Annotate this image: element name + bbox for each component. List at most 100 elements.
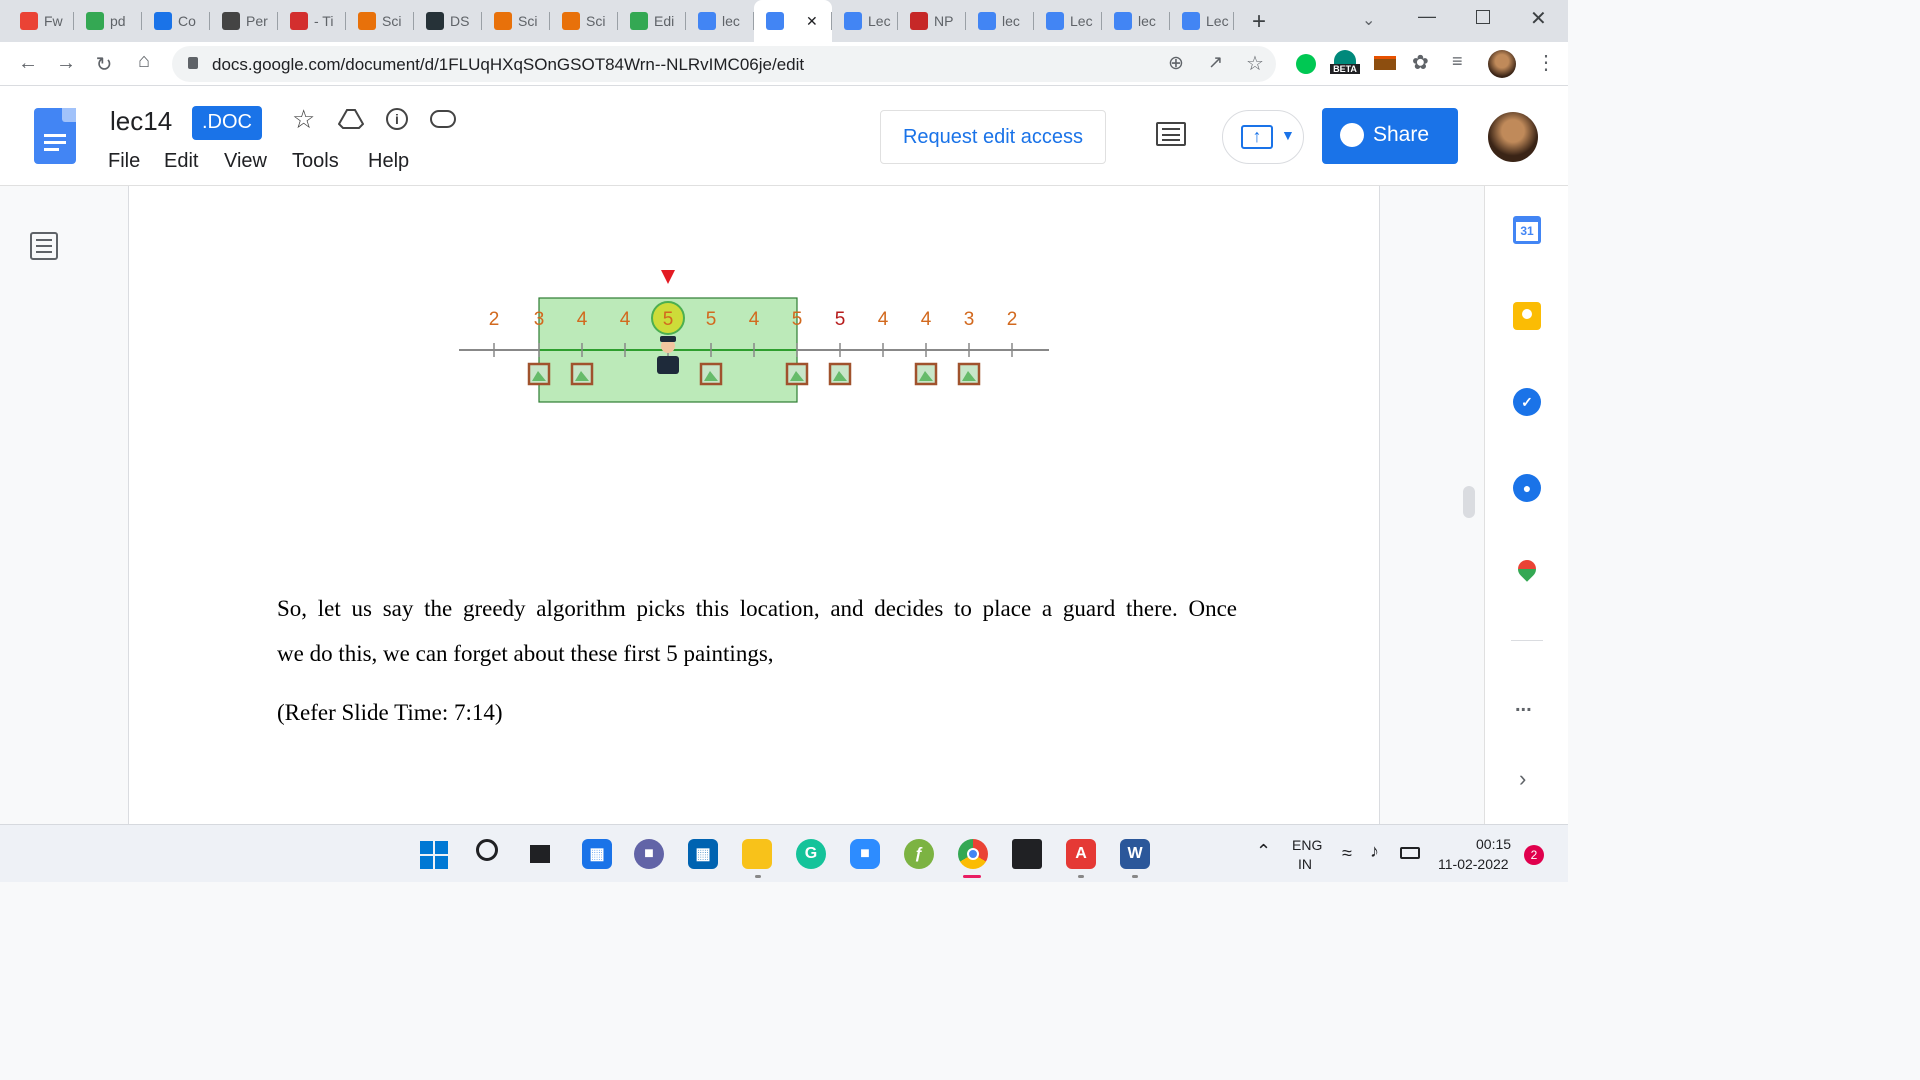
- windows-start-icon[interactable]: [420, 841, 448, 869]
- wifi-icon[interactable]: ≈: [1342, 843, 1352, 864]
- share-button[interactable]: Share: [1322, 108, 1458, 164]
- google-docs-logo-icon[interactable]: [34, 108, 76, 164]
- menu-help[interactable]: Help: [368, 150, 409, 173]
- widgets-icon[interactable]: ▦: [582, 839, 612, 869]
- move-to-drive-icon[interactable]: [337, 108, 365, 130]
- browser-menu-icon[interactable]: ⋮: [1536, 50, 1556, 75]
- extension-beta-icon[interactable]: BETA: [1330, 50, 1360, 80]
- share-page-icon[interactable]: ↗: [1208, 52, 1223, 73]
- comments-icon[interactable]: [1156, 122, 1186, 146]
- browser-tab[interactable]: Sci: [550, 4, 618, 38]
- reload-icon[interactable]: ↻: [90, 52, 118, 77]
- guard-count-label: 2: [489, 309, 500, 330]
- menu-view[interactable]: View: [224, 150, 267, 173]
- browser-tab[interactable]: - Ti: [278, 4, 346, 38]
- zoom-app-icon[interactable]: ■: [850, 839, 880, 869]
- browser-tab[interactable]: Fw: [8, 4, 74, 38]
- doc-title[interactable]: lec14: [110, 106, 172, 137]
- maps-icon[interactable]: [1514, 556, 1540, 582]
- browser-tab[interactable]: pd: [74, 4, 142, 38]
- browser-tab[interactable]: lec: [686, 4, 754, 38]
- zoom-icon[interactable]: ⊕: [1168, 52, 1184, 75]
- chrome-icon[interactable]: [958, 839, 988, 869]
- acrobat-icon[interactable]: A: [1066, 839, 1096, 869]
- browser-tab[interactable]: Per: [210, 4, 278, 38]
- guard-pointer-icon: [661, 270, 675, 284]
- google-docs-icon: [978, 12, 996, 30]
- tab-label: - Ti: [314, 13, 334, 29]
- task-view-icon[interactable]: [530, 845, 550, 863]
- tasks-icon[interactable]: ✓: [1513, 388, 1541, 416]
- tab-search-icon[interactable]: ⌄: [1362, 10, 1375, 30]
- google-docs-icon: [1114, 12, 1132, 30]
- reading-list-icon[interactable]: ≡: [1452, 51, 1463, 72]
- address-bar[interactable]: docs.google.com/document/d/1FLUqHXqSOnGS…: [172, 46, 1276, 82]
- show-hidden-icons-chevron-icon[interactable]: ⌃: [1256, 841, 1271, 862]
- search-icon[interactable]: [476, 839, 498, 861]
- expand-panel-chevron-icon[interactable]: ›: [1519, 766, 1526, 792]
- perplexity-icon: [222, 12, 240, 30]
- file-explorer-icon[interactable]: [742, 839, 772, 869]
- back-icon[interactable]: ←: [14, 52, 42, 75]
- forward-icon[interactable]: →: [52, 52, 80, 75]
- tab-label: Lec: [868, 13, 891, 29]
- request-edit-access-button[interactable]: Request edit access: [880, 110, 1106, 164]
- microsoft-store-icon[interactable]: ▦: [688, 839, 718, 869]
- cloud-saved-icon[interactable]: [430, 110, 456, 128]
- calendar-icon[interactable]: 31: [1513, 216, 1541, 244]
- close-window-button[interactable]: ✕: [1530, 6, 1547, 31]
- evernote-icon[interactable]: ƒ: [904, 839, 934, 869]
- document-outline-icon[interactable]: [30, 232, 58, 260]
- browser-tab[interactable]: lec: [1102, 4, 1170, 38]
- contacts-icon[interactable]: ●: [1513, 474, 1541, 502]
- present-button[interactable]: ↑ ▼: [1222, 110, 1304, 164]
- extensions-puzzle-icon[interactable]: ✿: [1412, 50, 1429, 75]
- new-tab-button[interactable]: +: [1252, 8, 1266, 36]
- browser-tab[interactable]: Sci: [482, 4, 550, 38]
- vertical-scrollbar-thumb[interactable]: [1463, 486, 1475, 518]
- running-indicator: [755, 875, 761, 878]
- star-icon[interactable]: ☆: [292, 104, 315, 135]
- sticky-notes-icon[interactable]: [1012, 839, 1042, 869]
- browser-tab[interactable]: lec: [966, 4, 1034, 38]
- browser-tab[interactable]: Co: [142, 4, 210, 38]
- browser-tab[interactable]: Lec: [1170, 4, 1234, 38]
- browser-tab[interactable]: NP: [898, 4, 966, 38]
- more-icon[interactable]: ...: [1515, 694, 1532, 717]
- menu-file[interactable]: File: [108, 150, 140, 173]
- battery-icon[interactable]: [1400, 847, 1420, 859]
- extension-green-icon[interactable]: [1296, 54, 1316, 74]
- account-avatar[interactable]: [1488, 112, 1538, 162]
- language-top[interactable]: ENG: [1292, 837, 1322, 853]
- bookmark-star-icon[interactable]: ☆: [1246, 51, 1264, 76]
- restore-button[interactable]: [1476, 10, 1490, 24]
- browser-tab[interactable]: Edi: [618, 4, 686, 38]
- profile-avatar[interactable]: [1488, 50, 1516, 78]
- minimize-button[interactable]: —: [1418, 6, 1436, 27]
- language-bottom[interactable]: IN: [1298, 856, 1312, 872]
- browser-tab[interactable]: DS: [414, 4, 482, 38]
- clock-date[interactable]: 11-02-2022: [1438, 856, 1509, 872]
- guard-count-label: 4: [620, 309, 631, 330]
- browser-tab[interactable]: Sci: [346, 4, 414, 38]
- close-tab-icon[interactable]: ✕: [806, 13, 818, 30]
- clock-time[interactable]: 00:15: [1476, 836, 1511, 852]
- word-icon[interactable]: W: [1120, 839, 1150, 869]
- painting-icon: [957, 362, 981, 386]
- teams-chat-icon[interactable]: ■: [634, 839, 664, 869]
- notification-badge[interactable]: 2: [1524, 845, 1544, 865]
- browser-tab[interactable]: Lec: [1034, 4, 1102, 38]
- info-icon[interactable]: i: [386, 108, 408, 130]
- home-icon[interactable]: ⌂: [130, 50, 158, 73]
- keep-icon[interactable]: [1513, 302, 1541, 330]
- grammarly-icon[interactable]: G: [796, 839, 826, 869]
- browser-tab[interactable]: ✕: [754, 0, 832, 42]
- active-indicator: [963, 875, 981, 878]
- extension-brick-icon[interactable]: [1374, 56, 1396, 70]
- tab-label: lec: [722, 13, 740, 29]
- menu-edit[interactable]: Edit: [164, 150, 198, 173]
- browser-tab[interactable]: Lec: [832, 4, 898, 38]
- menu-tools[interactable]: Tools: [292, 150, 339, 173]
- url-text[interactable]: docs.google.com/document/d/1FLUqHXqSOnGS…: [212, 55, 804, 75]
- volume-icon[interactable]: ♪: [1370, 841, 1379, 862]
